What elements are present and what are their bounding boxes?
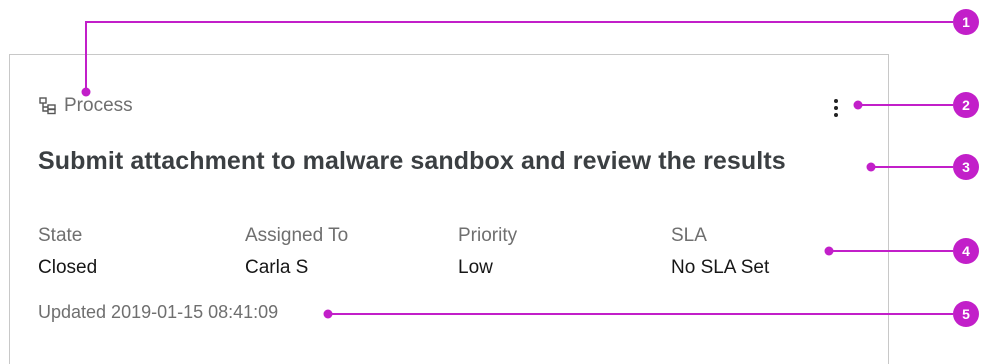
field-value: Low [458, 257, 493, 278]
field-label: State [38, 225, 83, 246]
card-type: Process [38, 95, 133, 117]
field-state: State Closed [38, 225, 97, 279]
card-type-label: Process [64, 95, 133, 116]
field-sla: SLA No SLA Set [671, 225, 769, 279]
callout-number-3: 3 [953, 154, 979, 180]
field-value: Closed [38, 257, 98, 278]
field-label: Priority [458, 225, 518, 246]
card-fields: State Closed Assigned To Carla S Priorit… [38, 225, 858, 281]
callout-number-1: 1 [953, 9, 979, 35]
callout-number-5: 5 [953, 301, 979, 327]
field-label: SLA [671, 225, 707, 246]
field-value: Carla S [245, 257, 309, 278]
field-assigned-to: Assigned To Carla S [245, 225, 348, 279]
callout-number-4: 4 [953, 238, 979, 264]
overflow-menu-vertical-icon[interactable] [826, 95, 846, 121]
card-title: Submit attachment to malware sandbox and… [38, 147, 786, 175]
process-card: Process Submit attachment to malware san… [9, 54, 889, 364]
process-tree-icon [39, 97, 56, 115]
field-value: No SLA Set [671, 257, 770, 278]
callout-number-2: 2 [953, 92, 979, 118]
updated-timestamp: Updated 2019-01-15 08:41:09 [38, 302, 279, 322]
field-priority: Priority Low [458, 225, 517, 279]
field-label: Assigned To [245, 225, 349, 246]
